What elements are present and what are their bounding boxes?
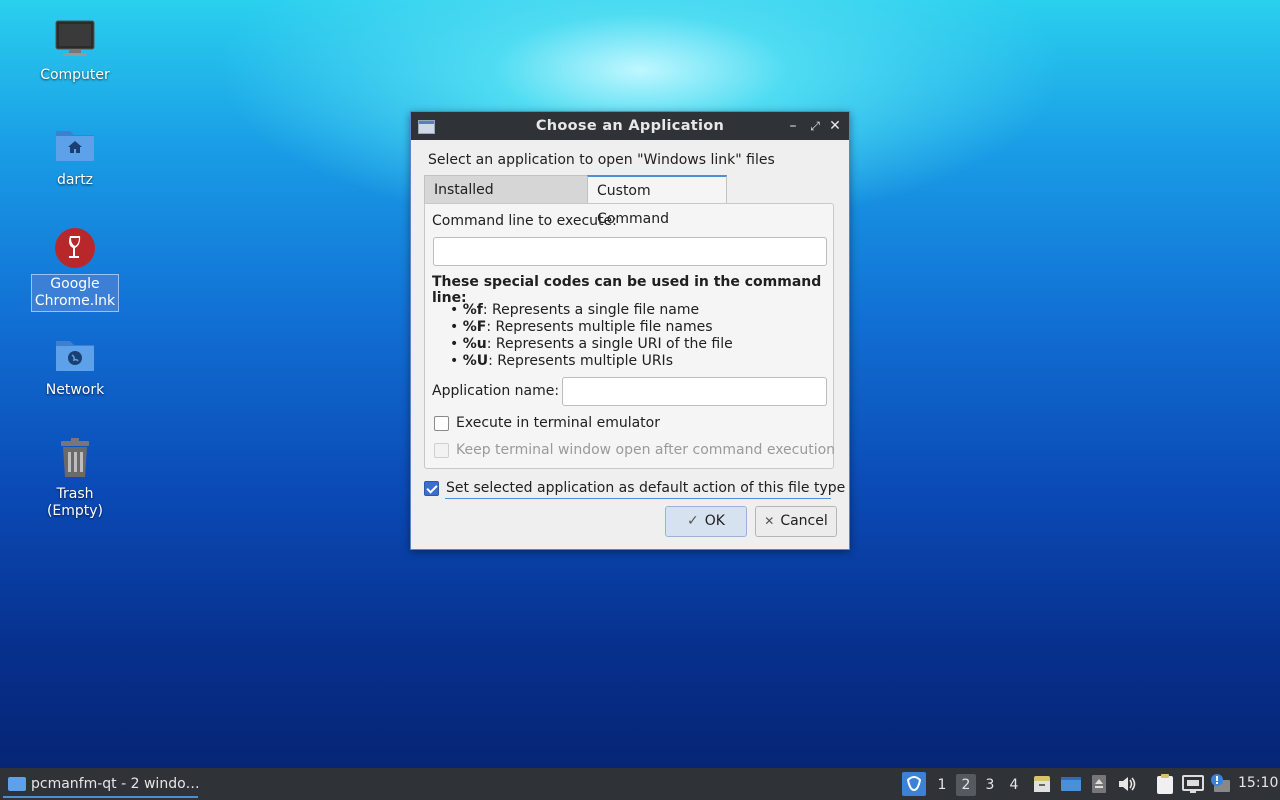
desktop-icon-computer[interactable]: Computer	[30, 18, 120, 85]
code-item: • %f: Represents a single file name	[450, 302, 700, 318]
notification-icon[interactable]	[1209, 773, 1231, 795]
code-item: • %U: Represents multiple URIs	[450, 353, 673, 369]
tab-custom-command[interactable]: Custom Command	[587, 175, 727, 227]
code-item: • %F: Represents multiple file names	[450, 319, 713, 335]
clipboard-icon[interactable]	[1155, 773, 1175, 795]
desktop-icon-label: Trash (Empty)	[46, 486, 104, 519]
dialog-titlebar[interactable]: Choose an Application – ⤢ ✕	[411, 112, 849, 140]
trash-icon	[53, 437, 97, 481]
application-name-label: Application name:	[432, 383, 560, 399]
desktop-icon-label: Network	[45, 382, 105, 398]
choose-application-dialog: Choose an Application – ⤢ ✕ Select an ap…	[410, 111, 850, 550]
workspace-2[interactable]: 2	[956, 774, 976, 796]
desktop-icon-trash[interactable]: Trash (Empty)	[30, 437, 120, 521]
command-line-label: Command line to execute:	[432, 213, 617, 229]
execute-in-terminal-label[interactable]: Execute in terminal emulator	[456, 415, 660, 431]
execute-in-terminal-checkbox[interactable]	[434, 416, 449, 431]
wine-icon	[53, 226, 97, 270]
set-default-checkbox[interactable]	[424, 481, 439, 496]
tab-installed-applications[interactable]: Installed Applications	[424, 175, 588, 226]
keep-terminal-open-checkbox	[434, 443, 449, 458]
taskbar-window-label: pcmanfm-qt - 2 windo…	[31, 776, 200, 792]
ok-button-label: OK	[704, 513, 725, 529]
set-default-label[interactable]: Set selected application as default acti…	[446, 480, 845, 496]
dialog-prompt: Select an application to open "Windows l…	[428, 152, 775, 168]
file-manager-icon	[8, 777, 26, 791]
desktop-icon-label: Google Chrome.lnk	[30, 274, 120, 312]
cancel-button-label: Cancel	[780, 513, 828, 529]
taskbar-window-item[interactable]: pcmanfm-qt - 2 windo…	[3, 771, 200, 798]
dialog-title: Choose an Application	[535, 118, 725, 134]
special-codes-list: • %f: Represents a single file name • %F…	[450, 302, 733, 370]
close-button[interactable]: ✕	[827, 117, 843, 135]
keep-terminal-open-label: Keep terminal window open after command …	[456, 442, 836, 458]
check-icon: ✓	[687, 513, 699, 529]
taskbar: pcmanfm-qt - 2 windo… 1 2 3 4 15:10	[0, 768, 1280, 800]
command-line-input[interactable]	[433, 237, 827, 266]
network-folder-icon	[53, 333, 97, 377]
home-folder-icon	[53, 123, 97, 167]
show-desktop-icon[interactable]	[1060, 774, 1082, 794]
network-status-icon[interactable]	[1182, 774, 1204, 794]
desktop-switch-icon[interactable]	[902, 772, 926, 796]
eject-icon[interactable]	[1091, 774, 1107, 794]
ok-button[interactable]: ✓ OK	[665, 506, 747, 537]
desktop-icon-label: dartz	[56, 172, 94, 188]
code-item: • %u: Represents a single URI of the fil…	[450, 336, 733, 352]
computer-icon	[53, 18, 97, 62]
maximize-button[interactable]: ⤢	[807, 117, 823, 135]
workspace-4[interactable]: 4	[1004, 774, 1024, 796]
volume-icon[interactable]	[1117, 775, 1137, 793]
workspace-1[interactable]: 1	[932, 774, 952, 796]
file-cabinet-icon[interactable]	[1032, 774, 1052, 794]
cancel-icon: ✕	[764, 514, 775, 528]
cancel-button[interactable]: ✕ Cancel	[755, 506, 837, 537]
desktop-icon-network[interactable]: Network	[30, 333, 120, 400]
focus-underline	[445, 498, 831, 499]
desktop-icon-chrome-lnk[interactable]: Google Chrome.lnk	[30, 226, 120, 312]
minimize-button[interactable]: –	[785, 117, 801, 135]
desktop-icon-label: Computer	[40, 67, 110, 83]
application-name-input[interactable]	[562, 377, 827, 406]
clock[interactable]: 15:10	[1238, 775, 1278, 791]
desktop-icon-home[interactable]: dartz	[30, 123, 120, 190]
workspace-3[interactable]: 3	[980, 774, 1000, 796]
